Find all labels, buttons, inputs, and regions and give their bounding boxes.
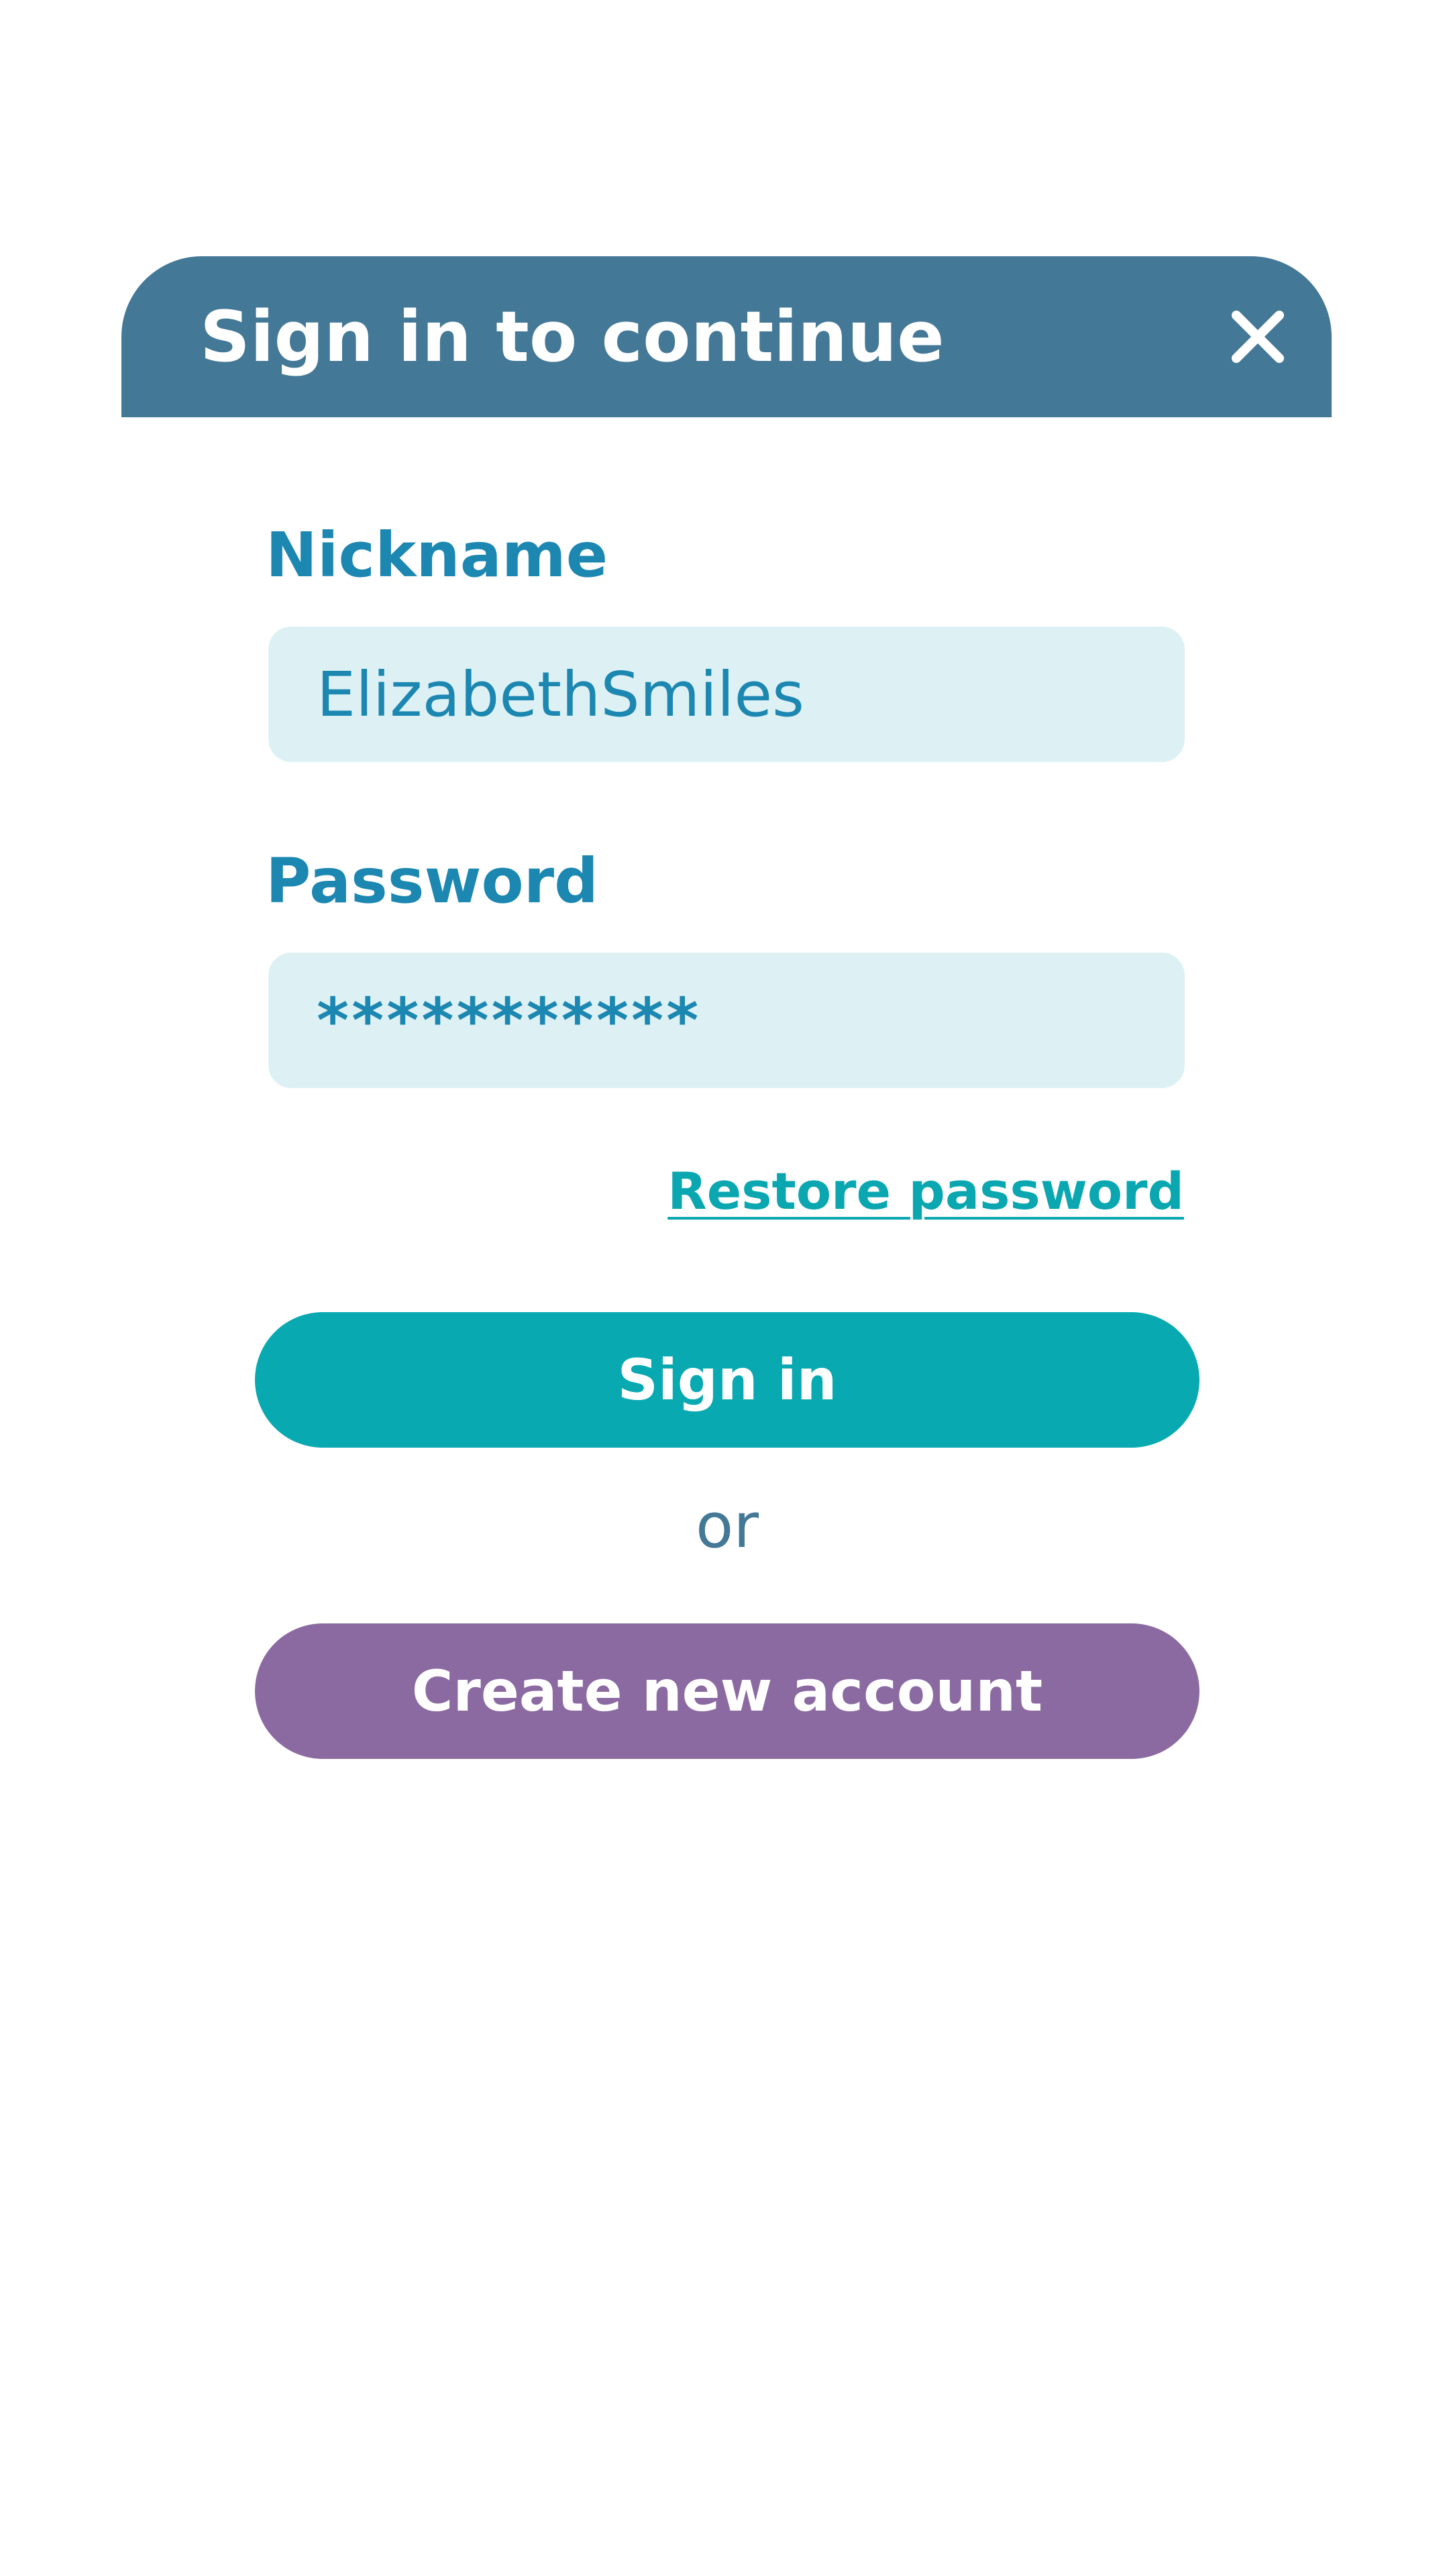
restore-password-link[interactable]: Restore password <box>667 1161 1184 1222</box>
password-label: Password <box>266 845 598 917</box>
dialog-header: Sign in to continue <box>121 256 1332 417</box>
close-icon <box>1232 311 1284 363</box>
create-account-button[interactable]: Create new account <box>255 1623 1199 1759</box>
or-divider-text: or <box>695 1490 759 1562</box>
sign-in-button[interactable]: Sign in <box>255 1312 1199 1448</box>
password-input[interactable] <box>268 953 1185 1088</box>
nickname-input[interactable] <box>268 627 1185 762</box>
nickname-label: Nickname <box>266 519 608 591</box>
dialog-title: Sign in to continue <box>200 296 945 378</box>
close-button[interactable] <box>1224 303 1291 370</box>
